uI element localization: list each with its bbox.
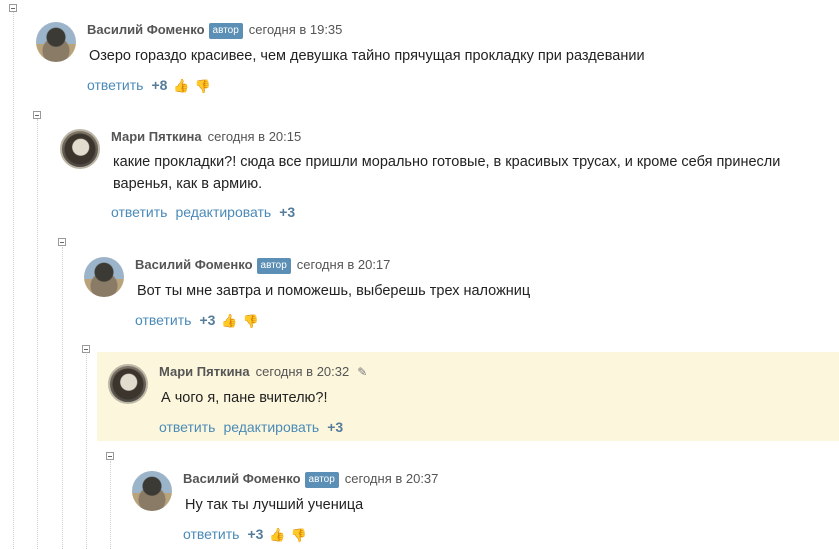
avatar[interactable] <box>84 257 124 297</box>
author-name[interactable]: Василий Фоменко <box>183 471 301 486</box>
thread-line <box>110 461 111 549</box>
thumbs-down-icon[interactable]: 👍 <box>291 526 307 544</box>
comment-actions: ответить +8 👍 👍 <box>87 76 211 95</box>
thread-line <box>37 119 38 549</box>
author-badge: автор <box>304 472 339 488</box>
reply-link[interactable]: ответить <box>111 204 167 220</box>
pencil-icon[interactable]: ✎ <box>357 364 367 380</box>
comment-time[interactable]: сегодня в 20:15 <box>208 129 302 144</box>
vote-count: +3 <box>327 419 344 435</box>
reply-link[interactable]: ответить <box>183 526 239 542</box>
thumbs-up-icon[interactable]: 👍 <box>221 312 237 330</box>
author-name[interactable]: Мари Пяткина <box>111 129 202 144</box>
avatar[interactable] <box>108 364 148 404</box>
thumbs-down-icon[interactable]: 👍 <box>195 77 211 95</box>
comment: Василий Фоменко автор сегодня в 20:37 Ну т… <box>132 471 839 546</box>
author-name[interactable]: Василий Фоменко <box>135 257 253 272</box>
thumbs-up-icon[interactable]: 👍 <box>173 77 189 95</box>
comment-header: Василий Фоменко автор сегодня в 20:17 <box>135 257 390 274</box>
comment-header: Василий Фоменко автор сегодня в 20:37 <box>183 471 438 488</box>
edit-link[interactable]: редактировать <box>175 204 271 220</box>
comment-time[interactable]: сегодня в 20:32 <box>256 364 350 379</box>
comment-header: Мари Пяткина сегодня в 20:32 ✎ <box>159 364 367 380</box>
author-name[interactable]: Василий Фоменко <box>87 22 205 37</box>
comment-text: Озеро гораздо красивее, чем девушка тайн… <box>89 48 645 64</box>
vote-count: +3 <box>199 312 216 328</box>
vote-count: +3 <box>247 526 264 542</box>
comment: Василий Фоменко автор сегодня в 19:35 Озер… <box>36 22 839 97</box>
thread-line <box>62 247 63 549</box>
comment-header: Василий Фоменко автор сегодня в 19:35 <box>87 22 342 39</box>
comment-text: какие прокладки?! сюда все пришли мораль… <box>113 154 781 192</box>
author-badge: автор <box>208 23 243 39</box>
avatar[interactable] <box>132 471 172 511</box>
comment-actions: ответить +3 👍 👍 <box>183 525 307 544</box>
thread-line <box>86 354 87 549</box>
thread-line <box>13 12 14 549</box>
comment: Василий Фоменко автор сегодня в 20:17 Вот … <box>84 257 839 332</box>
reply-link[interactable]: ответить <box>159 419 215 435</box>
author-badge: автор <box>256 258 291 274</box>
comment-time[interactable]: сегодня в 19:35 <box>249 22 343 37</box>
collapse-toggle-icon[interactable] <box>82 345 90 353</box>
comment-text: Ну так ты лучший ученица <box>185 497 364 513</box>
comment-actions: ответить редактировать +3 <box>159 418 349 436</box>
reply-link[interactable]: ответить <box>87 77 143 93</box>
avatar[interactable] <box>60 129 100 169</box>
comment-time[interactable]: сегодня в 20:17 <box>297 257 391 272</box>
collapse-toggle-icon[interactable] <box>58 238 66 246</box>
comment-actions: ответить +3 👍 👍 <box>135 311 259 330</box>
edit-link[interactable]: редактировать <box>223 419 319 435</box>
comment-text: А чого я, пане вчителю?! <box>161 390 328 406</box>
reply-link[interactable]: ответить <box>135 312 191 328</box>
comment-time[interactable]: сегодня в 20:37 <box>345 471 439 486</box>
comment-header: Мари Пяткина сегодня в 20:15 <box>111 129 301 145</box>
collapse-toggle-icon[interactable] <box>9 4 17 12</box>
collapse-toggle-icon[interactable] <box>33 111 41 119</box>
vote-count: +8 <box>151 77 168 93</box>
comment: Мари Пяткина сегодня в 20:32 ✎ А чого я, п… <box>108 364 839 439</box>
author-name[interactable]: Мари Пяткина <box>159 364 250 379</box>
vote-count: +3 <box>279 204 296 220</box>
thumbs-down-icon[interactable]: 👍 <box>243 312 259 330</box>
comment-actions: ответить редактировать +3 <box>111 203 301 221</box>
comment-text: Вот ты мне завтра и поможешь, выберешь т… <box>137 283 531 299</box>
avatar[interactable] <box>36 22 76 62</box>
collapse-toggle-icon[interactable] <box>106 452 114 460</box>
thumbs-up-icon[interactable]: 👍 <box>269 526 285 544</box>
comment: Мари Пяткина сегодня в 20:15 какие прокла… <box>60 129 839 229</box>
